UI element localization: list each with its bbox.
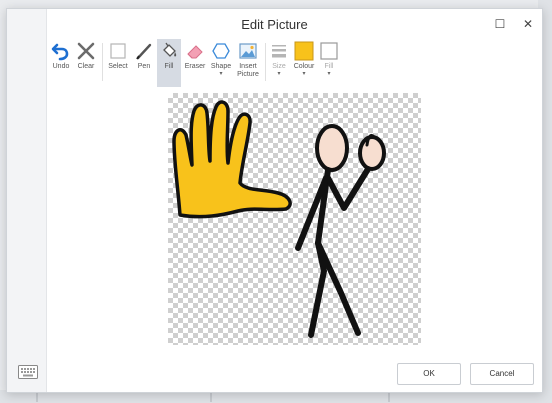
pen-button[interactable]: Pen [133,39,155,87]
toolbar: Undo Clear Select Pen Fill Eraser Shape … [49,39,339,87]
shape-button[interactable]: Shape ▾ [209,39,233,87]
line-size-icon [272,45,286,58]
fill-swatch-icon [320,42,338,60]
size-dropdown-caret: ▾ [277,71,281,77]
keyboard-button[interactable] [18,365,38,379]
pen-label: Pen [137,63,151,70]
colour-swatch-icon [294,41,314,61]
select-square-icon [110,43,126,59]
size-button[interactable]: Size ▾ [268,39,290,87]
insert-picture-button[interactable]: Insert Picture [235,39,261,87]
background-divider [36,392,38,402]
left-rail [7,9,47,392]
fill-tool-button[interactable]: Fill [157,39,181,87]
colour-button[interactable]: Colour ▾ [292,39,316,87]
clear-button[interactable]: Clear [74,39,98,87]
insert-picture-label: Insert Picture [235,63,261,79]
hexagon-icon [212,43,230,59]
toolbar-separator [265,43,266,81]
pen-icon [136,43,152,60]
maximize-button[interactable]: ☐ [491,15,509,33]
image-icon [239,43,257,59]
hand-shape [172,100,292,219]
clear-x-icon [77,42,95,60]
insert-picture-label-line2: Picture [237,71,259,78]
shape-label: Shape [210,63,232,70]
select-button[interactable]: Select [105,39,131,87]
keyboard-icon [18,365,38,379]
picture-artwork [172,100,386,338]
background-divider [210,392,212,402]
undo-button[interactable]: Undo [49,39,73,87]
eraser-label: Eraser [184,63,206,70]
undo-arrow-icon [51,43,69,61]
undo-label: Undo [52,63,70,70]
colour-dropdown-caret: ▾ [302,71,306,77]
dialog-title: Edit Picture [241,17,308,32]
ok-button[interactable]: OK [397,363,461,385]
colour-label: Colour [293,63,315,70]
clear-label: Clear [77,63,95,70]
fill2-label: Fill [324,63,334,70]
close-button[interactable]: ✕ [519,15,537,33]
edit-picture-dialog: Edit Picture ☐ ✕ Undo Clear Select Pen F… [6,8,543,393]
toolbar-separator [102,43,103,81]
eraser-icon [187,45,203,59]
eraser-button[interactable]: Eraser [183,39,207,87]
stick-figure [295,124,386,338]
select-label: Select [108,63,128,70]
shape-dropdown-caret: ▾ [219,71,223,77]
size-label: Size [272,63,286,70]
paint-bucket-icon [163,42,177,57]
background-divider [388,392,390,402]
insert-picture-label-line1: Insert [239,63,257,70]
cancel-button[interactable]: Cancel [470,363,534,385]
fill-colour-button[interactable]: Fill ▾ [318,39,340,87]
fill-label: Fill [164,63,174,70]
drawing-canvas[interactable] [168,93,421,345]
fill2-dropdown-caret: ▾ [327,71,331,77]
